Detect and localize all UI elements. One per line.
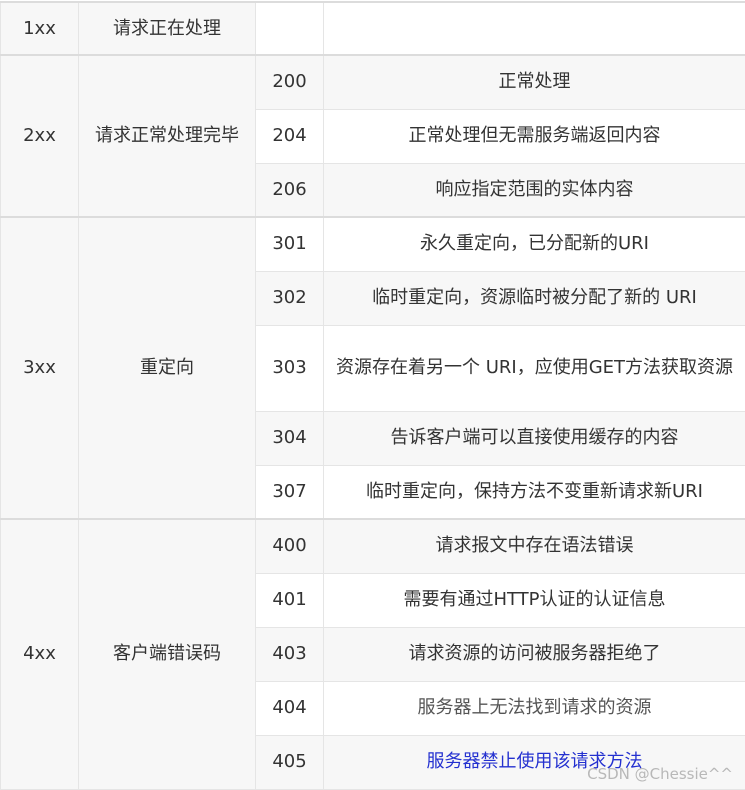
status-class-cell: 3xx: [1, 217, 79, 519]
status-code-cell: 401: [256, 573, 324, 627]
status-code-cell: 405: [256, 735, 324, 789]
status-meaning-cell: 请求正在处理: [79, 2, 256, 55]
status-meaning-cell: 客户端错误码: [79, 519, 256, 789]
status-code-cell: 400: [256, 519, 324, 573]
status-class-cell: 2xx: [1, 55, 79, 217]
status-code-cell: 200: [256, 55, 324, 109]
table-row: 4xx 客户端错误码 400 请求报文中存在语法错误: [1, 519, 745, 573]
status-class-cell: 4xx: [1, 519, 79, 789]
status-code-cell: 404: [256, 681, 324, 735]
table-row: 3xx 重定向 301 永久重定向，已分配新的URI: [1, 217, 745, 271]
status-desc-cell: 正常处理: [324, 55, 745, 109]
status-desc-cell: 临时重定向，保持方法不变重新请求新URI: [324, 465, 745, 519]
status-code-cell: 304: [256, 411, 324, 465]
status-code-cell: 204: [256, 109, 324, 163]
status-desc-cell: 永久重定向，已分配新的URI: [324, 217, 745, 271]
status-desc-cell: 请求资源的访问被服务器拒绝了: [324, 627, 745, 681]
status-meaning-cell: 重定向: [79, 217, 256, 519]
status-meaning-cell: 请求正常处理完毕: [79, 55, 256, 217]
status-code-cell: 303: [256, 325, 324, 411]
csdn-watermark: CSDN @Chessie^^: [587, 765, 733, 783]
status-code-cell: 301: [256, 217, 324, 271]
table-row: 2xx 请求正常处理完毕 200 正常处理: [1, 55, 745, 109]
status-desc-cell: 临时重定向，资源临时被分配了新的 URI: [324, 271, 745, 325]
status-class-cell: 1xx: [1, 2, 79, 55]
status-desc-cell: 响应指定范围的实体内容: [324, 163, 745, 217]
table-row: 1xx 请求正在处理: [1, 2, 745, 55]
status-desc-cell: 正常处理但无需服务端返回内容: [324, 109, 745, 163]
status-code-cell: 403: [256, 627, 324, 681]
status-code-cell: [256, 2, 324, 55]
status-desc-cell: [324, 2, 745, 55]
status-code-cell: 206: [256, 163, 324, 217]
http-status-table: 1xx 请求正在处理 2xx 请求正常处理完毕 200 正常处理 204 正常处…: [0, 1, 745, 790]
status-desc-cell: 资源存在着另一个 URI，应使用GET方法获取资源: [324, 325, 745, 411]
status-desc-cell: 请求报文中存在语法错误: [324, 519, 745, 573]
status-code-cell: 302: [256, 271, 324, 325]
status-desc-cell: 服务器上无法找到请求的资源: [324, 681, 745, 735]
status-desc-cell: 告诉客户端可以直接使用缓存的内容: [324, 411, 745, 465]
status-code-cell: 307: [256, 465, 324, 519]
status-desc-cell: 需要有通过HTTP认证的认证信息: [324, 573, 745, 627]
